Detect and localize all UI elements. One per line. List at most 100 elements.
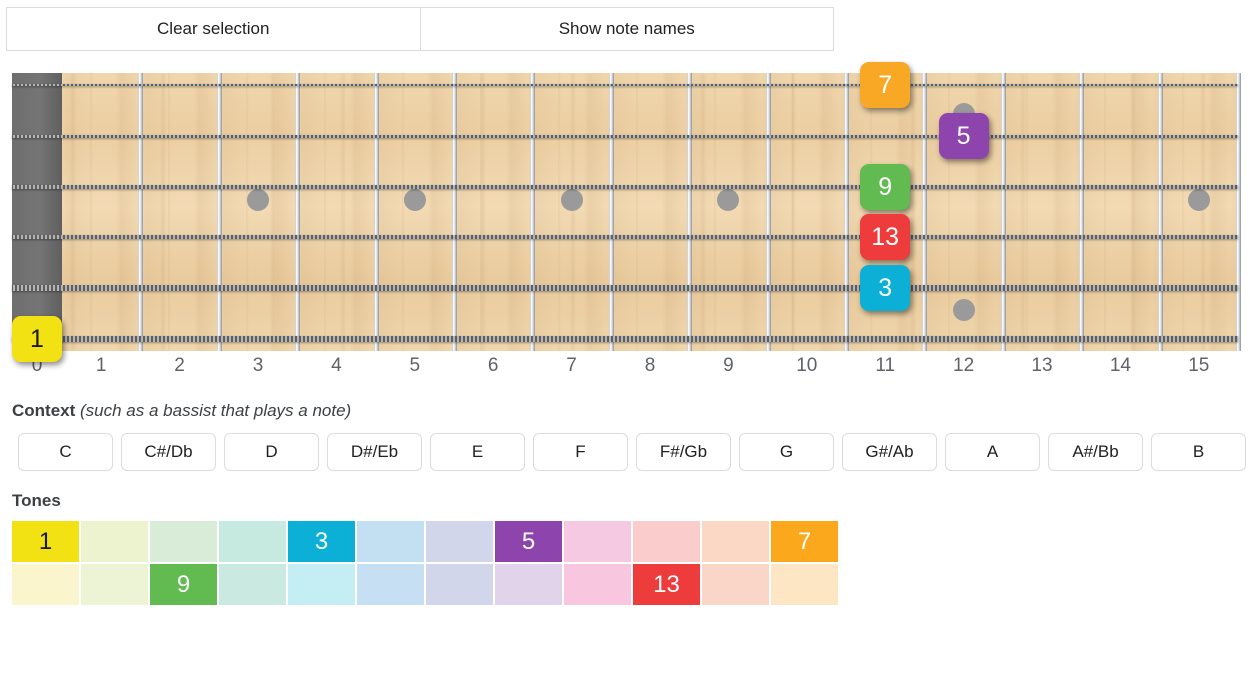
tone-cell[interactable] bbox=[426, 564, 493, 605]
tone-cell[interactable] bbox=[219, 564, 286, 605]
note-marker[interactable]: 3 bbox=[860, 265, 911, 311]
wood-grain bbox=[572, 73, 574, 351]
tone-cell-active[interactable]: 9 bbox=[150, 564, 217, 605]
wood-grain bbox=[342, 73, 344, 351]
context-note-buttons: C C#/Db D D#/Eb E F F#/Gb G G#/Ab A A#/Bb B bbox=[18, 433, 1250, 471]
fret-number: 3 bbox=[252, 355, 264, 376]
guitar-string[interactable] bbox=[12, 234, 1238, 240]
fret-wire bbox=[138, 73, 144, 351]
inlay-dot bbox=[717, 189, 740, 211]
tone-cell[interactable] bbox=[12, 564, 79, 605]
fret-wire bbox=[452, 73, 457, 351]
fret-wire bbox=[1157, 73, 1163, 351]
guitar-string[interactable] bbox=[12, 285, 1238, 291]
fret-wire bbox=[1236, 73, 1241, 351]
inlay-dot bbox=[403, 189, 426, 211]
context-title: Context (such as a bassist that plays a … bbox=[12, 401, 1250, 421]
fretboard-wood bbox=[12, 73, 1238, 351]
note-marker[interactable]: 7 bbox=[860, 62, 911, 108]
tone-cell[interactable] bbox=[357, 564, 424, 605]
tone-cell[interactable] bbox=[81, 521, 148, 562]
tone-cell[interactable] bbox=[495, 564, 562, 605]
note-marker[interactable]: 9 bbox=[860, 164, 911, 210]
toolbar: Clear selection Show note names bbox=[6, 7, 834, 51]
fret-number: 13 bbox=[1031, 355, 1053, 376]
tone-cell[interactable] bbox=[702, 564, 769, 605]
context-title-text: Context bbox=[12, 401, 76, 420]
context-note-button[interactable]: C#/Db bbox=[121, 433, 216, 471]
fret-number: 11 bbox=[875, 355, 896, 376]
wood-grain bbox=[272, 73, 274, 351]
tone-cell[interactable] bbox=[150, 521, 217, 562]
tone-cell[interactable] bbox=[288, 564, 355, 605]
tone-cell-active[interactable]: 5 bbox=[495, 521, 562, 562]
tone-cell[interactable] bbox=[564, 521, 631, 562]
tone-cell[interactable] bbox=[81, 564, 148, 605]
fret-number-ruler: 0 1 2 3 4 5 6 7 8 9 10 11 12 13 14 15 bbox=[12, 355, 1238, 385]
context-note-button[interactable]: F bbox=[533, 433, 628, 471]
inlay-dot bbox=[952, 299, 975, 321]
wood-grain bbox=[1132, 73, 1134, 351]
tone-cell-active[interactable]: 3 bbox=[288, 521, 355, 562]
note-marker[interactable]: 13 bbox=[860, 214, 911, 260]
tone-cell[interactable] bbox=[426, 521, 493, 562]
tone-cell[interactable] bbox=[633, 521, 700, 562]
fret-wire bbox=[216, 73, 222, 351]
fret-wire bbox=[1000, 73, 1006, 351]
context-note-button[interactable]: G bbox=[739, 433, 834, 471]
tones-title: Tones bbox=[12, 491, 61, 510]
wood-grain bbox=[72, 73, 74, 351]
fret-wire bbox=[687, 73, 693, 351]
context-note-button[interactable]: C bbox=[18, 433, 113, 471]
tone-cell[interactable] bbox=[771, 564, 838, 605]
context-note-button[interactable]: F#/Gb bbox=[636, 433, 731, 471]
show-note-names-button[interactable]: Show note names bbox=[420, 7, 834, 51]
fret-number: 5 bbox=[409, 355, 421, 376]
wood-grain bbox=[1022, 73, 1024, 351]
context-note-button[interactable]: D#/Eb bbox=[327, 433, 422, 471]
fret-wire bbox=[765, 73, 771, 351]
inlay-dot bbox=[560, 189, 583, 211]
fret-wire bbox=[1079, 73, 1085, 351]
context-note-button[interactable]: A#/Bb bbox=[1048, 433, 1143, 471]
wood-grain bbox=[162, 73, 164, 351]
fret-number: 8 bbox=[644, 355, 656, 376]
guitar-string[interactable] bbox=[12, 185, 1238, 189]
context-note-button[interactable]: A bbox=[945, 433, 1040, 471]
fret-number: 12 bbox=[953, 355, 975, 376]
nut bbox=[12, 73, 62, 351]
fret-wire bbox=[844, 73, 849, 351]
context-note-button[interactable]: B bbox=[1151, 433, 1246, 471]
fret-number: 4 bbox=[331, 355, 342, 376]
context-note-button[interactable]: G#/Ab bbox=[842, 433, 937, 471]
tone-cell-active[interactable]: 7 bbox=[771, 521, 838, 562]
context-subtitle: (such as a bassist that plays a note) bbox=[80, 401, 352, 420]
tone-cell[interactable] bbox=[702, 521, 769, 562]
fret-wire bbox=[373, 73, 379, 351]
note-marker[interactable]: 1 bbox=[12, 316, 62, 362]
tones-grid: 1 3 5 7 9 13 bbox=[12, 521, 842, 605]
wood-grain bbox=[912, 73, 914, 351]
fret-wire bbox=[295, 73, 301, 351]
wood-grain bbox=[792, 73, 794, 351]
fret-number: 2 bbox=[174, 355, 185, 376]
fret-number: 9 bbox=[723, 355, 734, 376]
tone-cell[interactable] bbox=[564, 564, 631, 605]
note-marker[interactable]: 5 bbox=[938, 113, 989, 159]
clear-selection-button[interactable]: Clear selection bbox=[6, 7, 421, 51]
fret-number: 10 bbox=[796, 355, 818, 376]
fretboard[interactable]: 7 5 9 13 3 1 bbox=[12, 62, 1241, 362]
tone-cell-active[interactable]: 1 bbox=[12, 521, 79, 562]
guitar-string[interactable] bbox=[12, 335, 1238, 343]
tone-cell[interactable] bbox=[357, 521, 424, 562]
inlay-dot bbox=[247, 189, 269, 211]
wood-grain bbox=[1202, 73, 1204, 351]
guitar-string[interactable] bbox=[12, 83, 1238, 87]
tone-cell[interactable] bbox=[219, 521, 286, 562]
tone-cell-active[interactable]: 13 bbox=[633, 564, 700, 605]
fret-number: 7 bbox=[566, 355, 577, 376]
guitar-string[interactable] bbox=[12, 134, 1238, 138]
fret-wire bbox=[608, 73, 614, 351]
context-note-button[interactable]: E bbox=[430, 433, 525, 471]
context-note-button[interactable]: D bbox=[224, 433, 319, 471]
